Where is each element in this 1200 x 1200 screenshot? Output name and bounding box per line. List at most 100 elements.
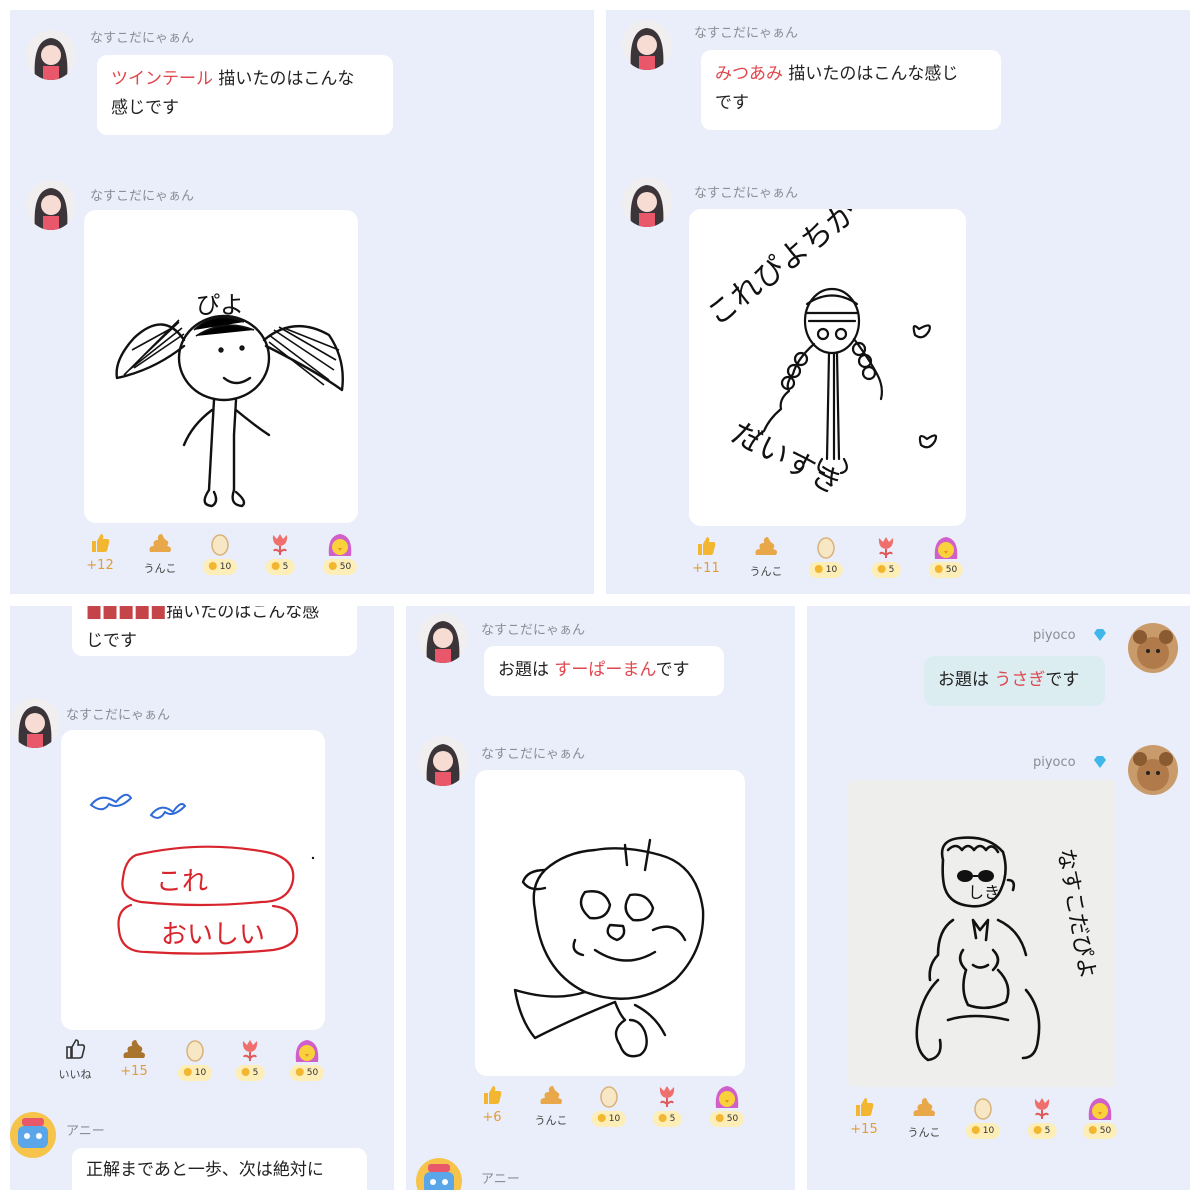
like-reaction[interactable]: いいね [46, 1038, 104, 1086]
tulip-reaction[interactable]: 5 [1013, 1096, 1071, 1144]
avatar[interactable] [26, 180, 76, 230]
sender-name: なすこだにゃぁん [694, 26, 799, 41]
egg-reaction[interactable]: 10 [797, 535, 855, 583]
avatar[interactable] [1128, 623, 1178, 673]
message-bubble: ■■■■■描いたのはこんな感 じです [72, 606, 357, 656]
avatar[interactable] [26, 30, 76, 80]
drawing-text-2: おいしい [161, 920, 265, 950]
twintail-drawing: ぴよ [115, 291, 344, 508]
message-text-2: じです [86, 631, 137, 651]
like-reaction[interactable]: +15 [835, 1096, 893, 1144]
bot-avatar[interactable] [10, 1112, 56, 1158]
tulip-coin-cost: 5 [265, 559, 295, 575]
chick-reaction[interactable]: 50 [917, 535, 975, 583]
avatar[interactable] [418, 613, 468, 663]
poop-reaction[interactable]: うんこ [522, 1084, 580, 1132]
poop-icon [913, 1098, 935, 1116]
topic-highlight: ツインテール [111, 69, 213, 89]
like-reaction[interactable]: +11 [677, 535, 735, 583]
tulip-coin-cost: 5 [1027, 1123, 1057, 1139]
poop-reaction[interactable]: +15 [105, 1038, 163, 1086]
bot-avatar[interactable] [416, 1158, 462, 1190]
thumbs-up-icon [92, 534, 110, 552]
egg-icon [186, 1040, 204, 1062]
egg-reaction[interactable]: 10 [191, 532, 249, 580]
like-count: +12 [86, 558, 114, 573]
egg-reaction[interactable]: 10 [954, 1096, 1012, 1144]
poop-icon [149, 534, 171, 552]
poop-icon [540, 1086, 562, 1104]
tulip-coin-cost: 5 [652, 1111, 682, 1127]
avatar[interactable] [622, 20, 672, 70]
chick-coin-cost: 50 [1082, 1123, 1118, 1139]
sender-name: なすこだにゃぁん [694, 186, 799, 201]
drawing-card[interactable]: ぴよ [84, 210, 358, 523]
tulip-reaction[interactable]: 5 [638, 1084, 696, 1132]
poop-count: +15 [120, 1064, 148, 1079]
drawing-card[interactable] [475, 770, 745, 1076]
egg-icon [974, 1098, 992, 1120]
chick-reaction[interactable]: 50 [698, 1084, 756, 1132]
egg-coin-cost: 10 [202, 559, 238, 575]
superman-drawing [513, 838, 705, 1058]
egg-reaction[interactable]: 10 [166, 1038, 224, 1086]
like-count: +15 [850, 1122, 878, 1137]
tulip-icon [242, 1040, 258, 1061]
poop-icon [123, 1040, 145, 1058]
egg-reaction[interactable]: 10 [580, 1084, 638, 1132]
chick-reaction[interactable]: 50 [311, 532, 369, 580]
avatar[interactable] [10, 698, 60, 748]
drawing-card[interactable]: これぴよちか だいすき [689, 209, 966, 526]
poop-label: うんこ [143, 562, 177, 575]
poop-reaction[interactable]: うんこ [737, 535, 795, 583]
tulip-icon [659, 1086, 675, 1107]
avatar[interactable] [622, 177, 672, 227]
egg-icon [817, 537, 835, 559]
tulip-reaction[interactable]: 5 [251, 532, 309, 580]
avatar[interactable] [1128, 745, 1178, 795]
like-count: +11 [692, 561, 720, 576]
drawing-card[interactable]: しき なすこだぴよ [848, 780, 1116, 1087]
chick-reaction[interactable]: 50 [1071, 1096, 1129, 1144]
sender-name: なすこだにゃぁん [90, 31, 195, 46]
message-bubble: ツインテール 描いたのはこんな 感じです [97, 55, 393, 135]
tulip-coin-cost: 5 [871, 562, 901, 578]
egg-coin-cost: 10 [965, 1123, 1001, 1139]
chick-coin-cost: 50 [709, 1111, 745, 1127]
message-text-2: 感じです [111, 98, 179, 118]
chick-coin-cost: 50 [322, 559, 358, 575]
egg-icon [600, 1086, 618, 1108]
dessert-drawing: これ おいしい [89, 793, 315, 955]
drawing-card[interactable]: これ おいしい [61, 730, 325, 1030]
message-bubble: 正解まであと一歩、次は絶対に [72, 1148, 367, 1190]
diamond-icon [1094, 756, 1106, 768]
drawing-text-1: これ [156, 867, 208, 897]
rabbit-drawing: しき なすこだぴよ [915, 836, 1100, 1062]
egg-coin-cost: 10 [591, 1111, 627, 1127]
drawing-text: ぴよ [196, 291, 244, 319]
panel-twintail: なすこだにゃぁん ツインテール 描いたのはこんな 感じです なすこだにゃぁん ぴ… [10, 10, 594, 594]
like-reaction[interactable]: +6 [463, 1084, 521, 1132]
chick-icon [715, 1086, 739, 1108]
thumbs-up-icon [856, 1098, 874, 1116]
poop-reaction[interactable]: うんこ [895, 1096, 953, 1144]
panel-superman: なすこだにゃぁん お題は すーぱーまんです なすこだにゃぁん +6 うんこ 10… [406, 606, 795, 1190]
chick-reaction[interactable]: 50 [278, 1038, 336, 1086]
poop-reaction[interactable]: うんこ [131, 532, 189, 580]
message-text-2: です [715, 93, 749, 113]
like-reaction[interactable]: +12 [71, 532, 129, 580]
tulip-reaction[interactable]: 5 [221, 1038, 279, 1086]
like-label: いいね [58, 1068, 92, 1081]
message-bubble: お題は すーぱーまんです [484, 646, 724, 696]
sender-name: なすこだにゃぁん [481, 623, 586, 638]
tulip-reaction[interactable]: 5 [857, 535, 915, 583]
panel-dessert: ■■■■■描いたのはこんな感 じです なすこだにゃぁん これ おいしい いいね +… [10, 606, 394, 1190]
like-count: +6 [482, 1110, 502, 1125]
poop-label: うんこ [534, 1114, 568, 1127]
avatar[interactable] [418, 736, 468, 786]
tulip-icon [1034, 1098, 1050, 1119]
message-suffix: です [655, 660, 690, 680]
sender-name: piyoco [1033, 628, 1076, 643]
egg-coin-cost: 10 [177, 1065, 213, 1081]
message-text: 描いたのはこんな感じ [783, 64, 959, 84]
